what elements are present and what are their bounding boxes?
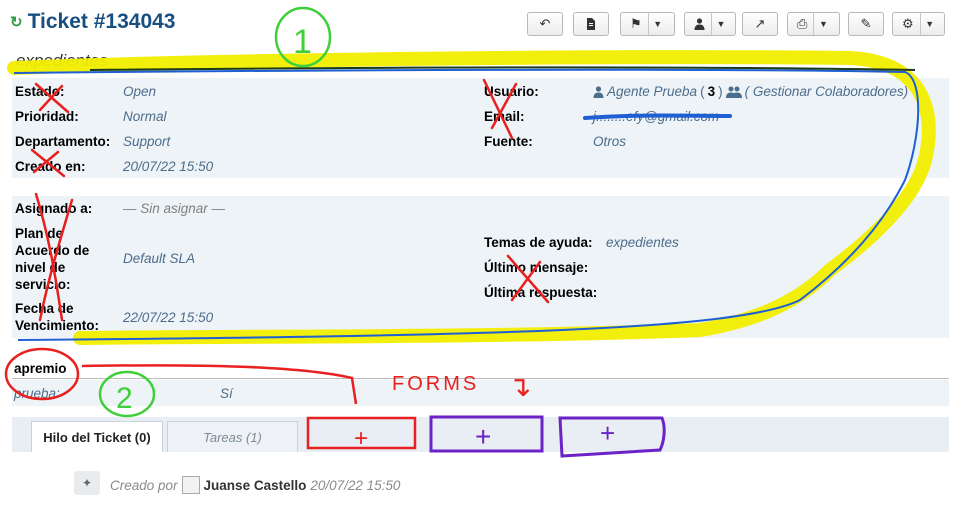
purple-plus-sign-1: + xyxy=(475,421,491,452)
apremio-circle xyxy=(4,347,80,401)
red-x-marks xyxy=(30,78,550,322)
forms-arrow: ↴ xyxy=(508,371,531,402)
number-one-text: 1 xyxy=(293,23,312,61)
yellow-highlight-stroke xyxy=(7,50,936,345)
annotation-overlay: 1 2 FORMS ↴ + + + xyxy=(4,6,936,458)
red-plus-sign: + xyxy=(354,425,368,452)
email-scribble xyxy=(583,113,732,120)
forms-label: FORMS xyxy=(392,373,479,395)
purple-plus-sign-2: + xyxy=(600,418,615,448)
number-two-text: 2 xyxy=(116,382,133,415)
